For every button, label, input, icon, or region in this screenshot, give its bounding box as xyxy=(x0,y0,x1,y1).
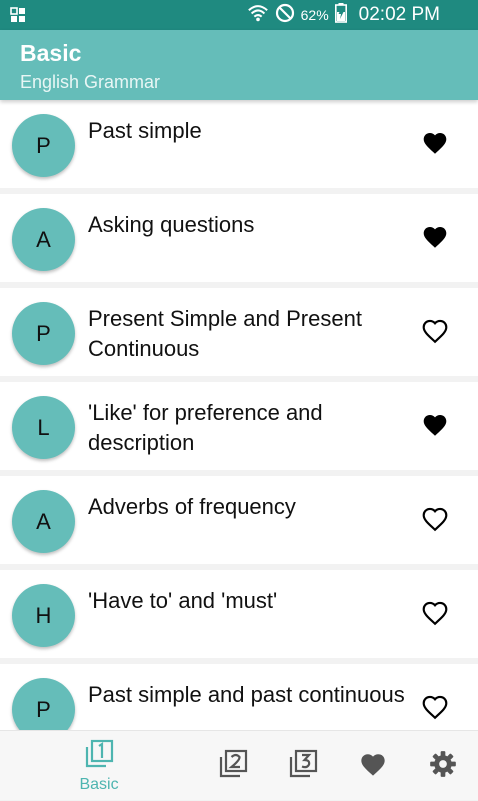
status-bar: 62% 02:02 PM xyxy=(0,0,478,30)
avatar: P xyxy=(12,678,75,730)
lesson-title: 'Like' for preference and description xyxy=(88,400,323,455)
clock: 02:02 PM xyxy=(358,4,440,25)
list-item[interactable]: P Past simple and past continuous xyxy=(0,664,478,730)
wifi-icon xyxy=(247,3,269,28)
notification-icon xyxy=(10,7,26,23)
avatar: H xyxy=(12,584,75,647)
heart-outline-icon xyxy=(422,695,448,720)
favorite-button[interactable] xyxy=(420,692,450,722)
lesson-title: Present Simple and Present Continuous xyxy=(88,306,362,361)
list-item[interactable]: A Adverbs of frequency xyxy=(0,476,478,564)
page-subtitle: English Grammar xyxy=(20,72,161,92)
favorite-button[interactable] xyxy=(420,128,450,158)
list-item[interactable]: L 'Like' for preference and description xyxy=(0,382,478,470)
favorite-button[interactable] xyxy=(420,598,450,628)
battery-charging-icon xyxy=(334,2,347,28)
lesson-title: Adverbs of frequency xyxy=(88,494,296,519)
favorite-button[interactable] xyxy=(420,410,450,440)
list-item[interactable]: P Present Simple and Present Continuous xyxy=(0,288,478,376)
list-item[interactable]: H 'Have to' and 'must' xyxy=(0,570,478,658)
avatar: P xyxy=(12,114,75,177)
heart-outline-icon xyxy=(422,507,448,532)
level-3-icon xyxy=(288,749,318,784)
nav-basic-label: Basic xyxy=(79,775,119,793)
battery-percent: 62% xyxy=(300,7,329,23)
heart-outline-icon xyxy=(422,601,448,626)
lesson-title: Asking questions xyxy=(88,212,255,237)
heart-filled-icon xyxy=(423,132,447,154)
bottom-navigation: Basic xyxy=(0,730,478,800)
heart-outline-icon xyxy=(422,319,448,344)
heart-filled-icon xyxy=(423,226,447,248)
favorites-icon xyxy=(359,751,387,782)
nav-basic[interactable]: Basic xyxy=(64,731,134,801)
heart-filled-icon xyxy=(423,414,447,436)
settings-icon xyxy=(429,750,457,783)
list-item[interactable]: A Asking questions xyxy=(0,194,478,282)
lesson-title: Past simple and past continuous xyxy=(88,682,405,707)
list-item[interactable]: P Past simple xyxy=(0,100,478,188)
nav-level-2[interactable] xyxy=(198,731,268,801)
page-title: Basic xyxy=(20,40,82,66)
lesson-list: P Past simple A Asking questions P Prese… xyxy=(0,100,478,730)
do-not-disturb-icon xyxy=(275,3,295,28)
nav-level-3[interactable] xyxy=(268,731,338,801)
app-bar: Basic English Grammar xyxy=(0,30,478,100)
avatar: A xyxy=(12,208,75,271)
favorite-button[interactable] xyxy=(420,504,450,534)
lesson-title: 'Have to' and 'must' xyxy=(88,588,278,613)
nav-settings[interactable] xyxy=(408,731,478,801)
avatar: A xyxy=(12,490,75,553)
avatar: P xyxy=(12,302,75,365)
avatar: L xyxy=(12,396,75,459)
level-1-icon xyxy=(84,739,114,774)
favorite-button[interactable] xyxy=(420,222,450,252)
nav-favorites[interactable] xyxy=(338,731,408,801)
favorite-button[interactable] xyxy=(420,316,450,346)
lesson-title: Past simple xyxy=(88,118,202,143)
level-2-icon xyxy=(218,749,248,784)
